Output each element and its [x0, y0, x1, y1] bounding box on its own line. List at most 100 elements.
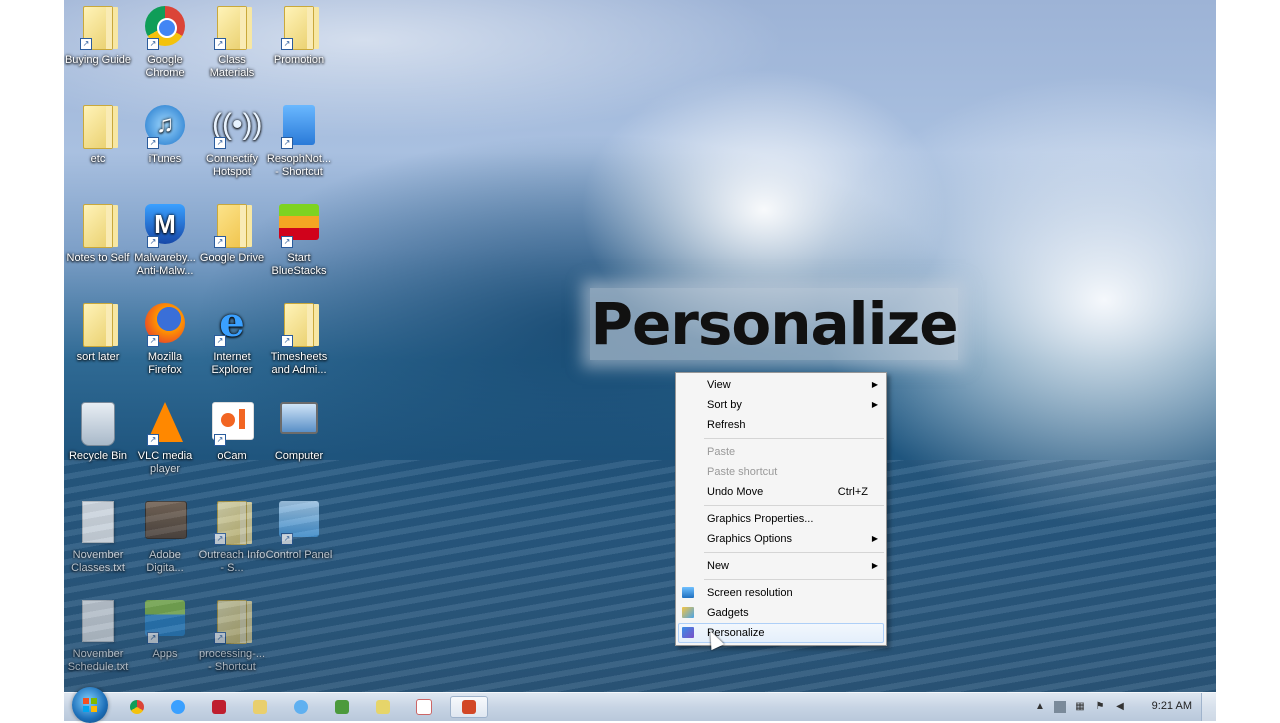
menu-item-gadgets[interactable]: Gadgets [676, 603, 886, 623]
desktop-icon-promotion[interactable]: ↗ Promotion [265, 0, 333, 67]
desktop-icon-mozilla-firefox[interactable]: ↗ Mozilla Firefox [131, 297, 199, 377]
document-icon [416, 699, 432, 715]
shortcut-arrow-icon: ↗ [214, 533, 226, 545]
shortcut-arrow-icon: ↗ [214, 632, 226, 644]
desktop-icon-label: Internet Explorer [211, 351, 253, 376]
taskbar-network-button[interactable] [286, 697, 316, 717]
desktop-icon-adobe-digital[interactable]: Adobe Digita... [131, 495, 199, 575]
desktop-icon-label: Recycle Bin [68, 450, 128, 462]
keyboard-shortcut-label: Ctrl+Z [837, 486, 868, 498]
taskbar-explorer-button[interactable] [245, 697, 275, 717]
gadgets-icon [682, 607, 694, 618]
shortcut-arrow-icon: ↗ [147, 236, 159, 248]
volume-icon[interactable]: ◀ [1114, 701, 1126, 713]
desktop-icon-label: Apps [152, 648, 178, 660]
recycle-bin-icon [81, 402, 115, 446]
desktop-icon-vlc[interactable]: ↗ VLC media player [131, 396, 199, 476]
menu-item-graphics-properties[interactable]: Graphics Properties... [676, 509, 886, 529]
desktop-icon-label: November Schedule.txt [67, 648, 129, 673]
show-desktop-button[interactable] [1201, 693, 1216, 721]
menu-item-graphics-options[interactable]: Graphics Options ▶ [676, 529, 886, 549]
shortcut-arrow-icon: ↗ [147, 137, 159, 149]
desktop-icon-malwarebytes[interactable]: M ↗ Malwareby... Anti-Malw... [131, 198, 199, 278]
taskbar-chrome-button[interactable] [122, 697, 152, 717]
tray-device-icon[interactable] [1054, 701, 1066, 713]
menu-item-undo-move[interactable]: Undo Move Ctrl+Z [676, 482, 886, 502]
taskbar-document-button[interactable] [409, 697, 439, 717]
shortcut-arrow-icon: ↗ [147, 632, 159, 644]
control-panel-icon [279, 501, 319, 537]
desktop-icon-internet-explorer[interactable]: e ↗ Internet Explorer [198, 297, 266, 377]
desktop-icon-ocam[interactable]: ↗ oCam [198, 396, 266, 463]
desktop-icon-control-panel[interactable]: ↗ Control Panel [265, 495, 333, 562]
apps-icon [145, 600, 185, 636]
desktop-icon-processing-shortcut[interactable]: ↗ processing-... - Shortcut [198, 594, 266, 674]
menu-item-label: View [707, 379, 731, 391]
desktop-icon-resophnotes[interactable]: ↗ ResophNot... - Shortcut [265, 99, 333, 179]
menu-item-label: Refresh [707, 419, 746, 431]
taskbar-app-button[interactable] [327, 697, 357, 717]
shortcut-arrow-icon: ↗ [80, 38, 92, 50]
desktop-icon-class-materials[interactable]: ↗ Class Materials [198, 0, 266, 80]
menu-item-label: Gadgets [707, 607, 749, 619]
desktop-icon-label: iTunes [148, 153, 182, 165]
desktop-icon-outreach-info[interactable]: ↗ Outreach Info - S... [198, 495, 266, 575]
screen-resolution-icon [682, 587, 694, 598]
taskbar-clock[interactable]: 9:21 AM [1152, 700, 1192, 712]
desktop-icon-connectify[interactable]: ((•)) ↗ Connectify Hotspot [198, 99, 266, 179]
shortcut-arrow-icon: ↗ [147, 38, 159, 50]
taskbar-filezilla-button[interactable] [204, 697, 234, 717]
submenu-arrow-icon: ▶ [871, 380, 878, 389]
desktop-icon-label: VLC media player [137, 450, 193, 475]
start-button[interactable] [72, 687, 108, 723]
desktop-icon-label: Mozilla Firefox [147, 351, 183, 376]
desktop-icon-google-drive[interactable]: ↗ Google Drive [198, 198, 266, 265]
internet-explorer-icon [171, 700, 185, 714]
menu-item-screen-resolution[interactable]: Screen resolution [676, 583, 886, 603]
taskbar-ie-button[interactable] [163, 697, 193, 717]
menu-item-sort-by[interactable]: Sort by ▶ [676, 395, 886, 415]
show-hidden-icons-icon[interactable]: ▲ [1034, 701, 1046, 713]
desktop-icon-label: processing-... - Shortcut [198, 648, 266, 673]
desktop-icon-buying-guide[interactable]: ↗ Buying Guide [64, 0, 132, 67]
desktop-icon-label: Google Chrome [145, 54, 185, 79]
filezilla-icon [212, 700, 226, 714]
desktop-icon-label: Notes to Self [66, 252, 130, 264]
menu-item-view[interactable]: View ▶ [676, 375, 886, 395]
desktop-icon-november-schedule[interactable]: November Schedule.txt [64, 594, 132, 674]
menu-item-new[interactable]: New ▶ [676, 556, 886, 576]
menu-item-label: Paste [707, 446, 736, 458]
shortcut-arrow-icon: ↗ [281, 38, 293, 50]
text-file-icon [82, 600, 114, 642]
desktop-icon-label: Control Panel [265, 549, 333, 561]
desktop-icon-google-chrome[interactable]: ↗ Google Chrome [131, 0, 199, 80]
menu-item-label: Graphics Properties... [707, 513, 814, 525]
menu-separator [704, 438, 884, 439]
action-center-flag-icon[interactable]: ⚑ [1094, 701, 1106, 713]
desktop-icon-timesheets[interactable]: ↗ Timesheets and Admi... [265, 297, 333, 377]
desktop-icon-november-classes[interactable]: November Classes.txt [64, 495, 132, 575]
desktop-icon-notes-to-self[interactable]: Notes to Self [64, 198, 132, 265]
menu-item-refresh[interactable]: Refresh [676, 415, 886, 435]
desktop-icon-sort-later[interactable]: sort later [64, 297, 132, 364]
taskbar-powerpoint-button[interactable] [450, 696, 488, 718]
shortcut-arrow-icon: ↗ [281, 533, 293, 545]
desktop-icon-etc[interactable]: etc [64, 99, 132, 166]
network-icon[interactable]: ▦ [1074, 701, 1086, 713]
shortcut-arrow-icon: ↗ [214, 335, 226, 347]
taskbar-notepad-button[interactable] [368, 697, 398, 717]
desktop-context-menu: View ▶ Sort by ▶ Refresh Paste Paste short… [675, 372, 887, 646]
desktop-icon-label: Outreach Info - S... [198, 549, 266, 574]
desktop-icon-label: Connectify Hotspot [206, 153, 258, 178]
desktop-icon-bluestacks[interactable]: ↗ Start BlueStacks [265, 198, 333, 278]
desktop-icon-recycle-bin[interactable]: Recycle Bin [64, 396, 132, 463]
desktop-icon-label: sort later [76, 351, 120, 363]
menu-item-label: Paste shortcut [707, 466, 778, 478]
app-icon [335, 700, 349, 714]
desktop-icon-apps[interactable]: ↗ Apps [131, 594, 199, 661]
folder-icon [83, 303, 113, 347]
submenu-arrow-icon: ▶ [871, 400, 878, 409]
desktop-icon-itunes[interactable]: ♫ ↗ iTunes [131, 99, 199, 166]
desktop-icon-computer[interactable]: Computer [265, 396, 333, 463]
submenu-arrow-icon: ▶ [871, 534, 878, 543]
